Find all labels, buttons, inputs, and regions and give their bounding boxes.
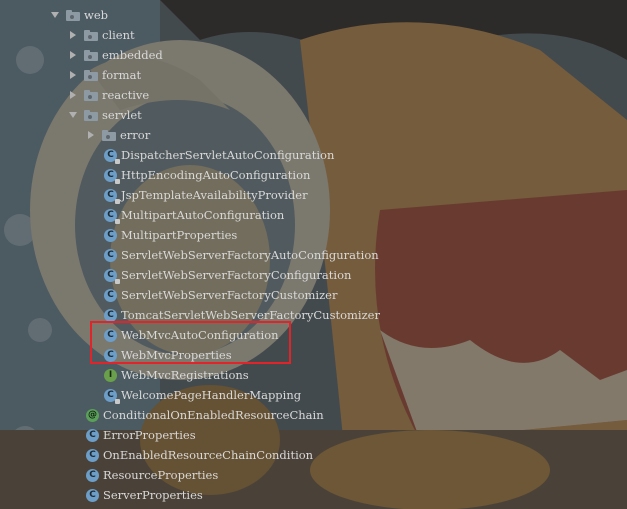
tree-class-item[interactable]: C ResourceProperties <box>86 465 218 485</box>
class-icon: C <box>86 468 99 482</box>
tree-annotation-item[interactable]: @ ConditionalOnEnabledResourceChain <box>86 405 324 425</box>
tree-node-label: client <box>102 28 135 42</box>
tree-class-item[interactable]: C OnEnabledResourceChainCondition <box>86 445 313 465</box>
tree-node-label: ServletWebServerFactoryCustomizer <box>121 288 338 302</box>
class-icon: C <box>104 328 117 342</box>
collapse-arrow-icon[interactable] <box>68 65 78 85</box>
tree-class-item[interactable]: C ServletWebServerFactoryConfiguration <box>104 265 351 285</box>
tree-class-item[interactable]: C JspTemplateAvailabilityProvider <box>104 185 308 205</box>
collapse-arrow-icon[interactable] <box>86 125 96 145</box>
class-icon: C <box>104 188 120 204</box>
tree-node-label: reactive <box>102 88 150 102</box>
class-icon: C <box>104 308 117 322</box>
tree-interface-item[interactable]: I WebMvcRegistrations <box>104 365 249 385</box>
package-folder-icon <box>84 89 98 101</box>
tree-class-item[interactable]: C ErrorProperties <box>86 425 196 445</box>
tree-node-web[interactable]: web <box>50 5 108 25</box>
tree-node-label: WebMvcRegistrations <box>121 368 249 382</box>
tree-node-servlet[interactable]: servlet <box>68 105 142 125</box>
class-icon: C <box>86 428 99 442</box>
tree-node-label: WebMvcAutoConfiguration <box>121 328 279 342</box>
tree-node-label: ServletWebServerFactoryConfiguration <box>121 268 352 282</box>
tree-class-item[interactable]: C MultipartProperties <box>104 225 237 245</box>
tree-node-label: JspTemplateAvailabilityProvider <box>121 188 308 202</box>
tree-class-item[interactable]: C TomcatServletWebServerFactoryCustomize… <box>104 305 380 325</box>
tree-class-item[interactable]: C HttpEncodingAutoConfiguration <box>104 165 310 185</box>
tree-node-label: ErrorProperties <box>103 428 196 442</box>
collapse-arrow-icon[interactable] <box>68 25 78 45</box>
package-folder-icon <box>84 109 98 121</box>
tree-node-reactive[interactable]: reactive <box>68 85 149 105</box>
class-icon: C <box>104 268 120 284</box>
lock-icon <box>115 198 120 204</box>
class-icon: C <box>86 488 99 502</box>
tree-node-label: TomcatServletWebServerFactoryCustomizer <box>121 308 380 322</box>
tree-node-label: error <box>120 128 151 142</box>
tree-node-label: WebMvcProperties <box>121 348 232 362</box>
class-icon: C <box>104 168 120 184</box>
class-icon: C <box>86 448 99 462</box>
lock-icon <box>115 158 120 164</box>
tree-class-item-webmvcautoconfiguration[interactable]: C WebMvcAutoConfiguration <box>104 325 279 345</box>
tree-class-item[interactable]: C WelcomePageHandlerMapping <box>104 385 301 405</box>
class-icon: C <box>104 288 117 302</box>
collapse-arrow-icon[interactable] <box>68 85 78 105</box>
tree-node-client[interactable]: client <box>68 25 135 45</box>
tree-node-error[interactable]: error <box>86 125 150 145</box>
tree-node-label: ServerProperties <box>103 488 203 502</box>
tree-node-label: embedded <box>102 48 163 62</box>
lock-icon <box>115 278 120 284</box>
tree-class-item[interactable]: C MultipartAutoConfiguration <box>104 205 284 225</box>
tree-node-format[interactable]: format <box>68 65 141 85</box>
lock-icon <box>115 218 120 224</box>
package-folder-icon <box>66 9 80 21</box>
tree-node-label: OnEnabledResourceChainCondition <box>103 448 314 462</box>
tree-class-item[interactable]: C ServletWebServerFactoryCustomizer <box>104 285 337 305</box>
expand-arrow-icon[interactable] <box>50 5 60 25</box>
package-folder-icon <box>84 69 98 81</box>
collapse-arrow-icon[interactable] <box>68 45 78 65</box>
tree-class-item[interactable]: C ServerProperties <box>86 485 203 505</box>
class-icon: C <box>104 148 120 164</box>
tree-node-label: ResourceProperties <box>103 468 219 482</box>
lock-icon <box>115 178 120 184</box>
class-icon: C <box>104 228 117 242</box>
annotation-icon: @ <box>86 408 99 422</box>
tree-node-label: format <box>102 68 142 82</box>
tree-node-label: ServletWebServerFactoryAutoConfiguration <box>121 248 379 262</box>
tree-class-item-webmvcproperties[interactable]: C WebMvcProperties <box>104 345 232 365</box>
interface-icon: I <box>104 368 117 382</box>
tree-node-label: servlet <box>102 108 142 122</box>
package-folder-icon <box>102 129 116 141</box>
tree-node-label: HttpEncodingAutoConfiguration <box>121 168 311 182</box>
class-icon: C <box>104 248 117 262</box>
tree-node-embedded[interactable]: embedded <box>68 45 163 65</box>
class-icon: C <box>104 348 117 362</box>
package-folder-icon <box>84 49 98 61</box>
package-folder-icon <box>84 29 98 41</box>
class-icon: C <box>104 208 120 224</box>
class-icon: C <box>104 388 120 404</box>
tree-class-item[interactable]: C DispatcherServletAutoConfiguration <box>104 145 334 165</box>
tree-node-label: web <box>84 8 109 22</box>
tree-node-label: ConditionalOnEnabledResourceChain <box>103 408 324 422</box>
expand-arrow-icon[interactable] <box>68 105 78 125</box>
tree-node-label: WelcomePageHandlerMapping <box>121 388 302 402</box>
tree-node-label: MultipartProperties <box>121 228 238 242</box>
tree-class-item[interactable]: C ServletWebServerFactoryAutoConfigurati… <box>104 245 379 265</box>
tree-node-label: DispatcherServletAutoConfiguration <box>121 148 335 162</box>
lock-icon <box>115 398 120 404</box>
tree-node-label: MultipartAutoConfiguration <box>121 208 285 222</box>
